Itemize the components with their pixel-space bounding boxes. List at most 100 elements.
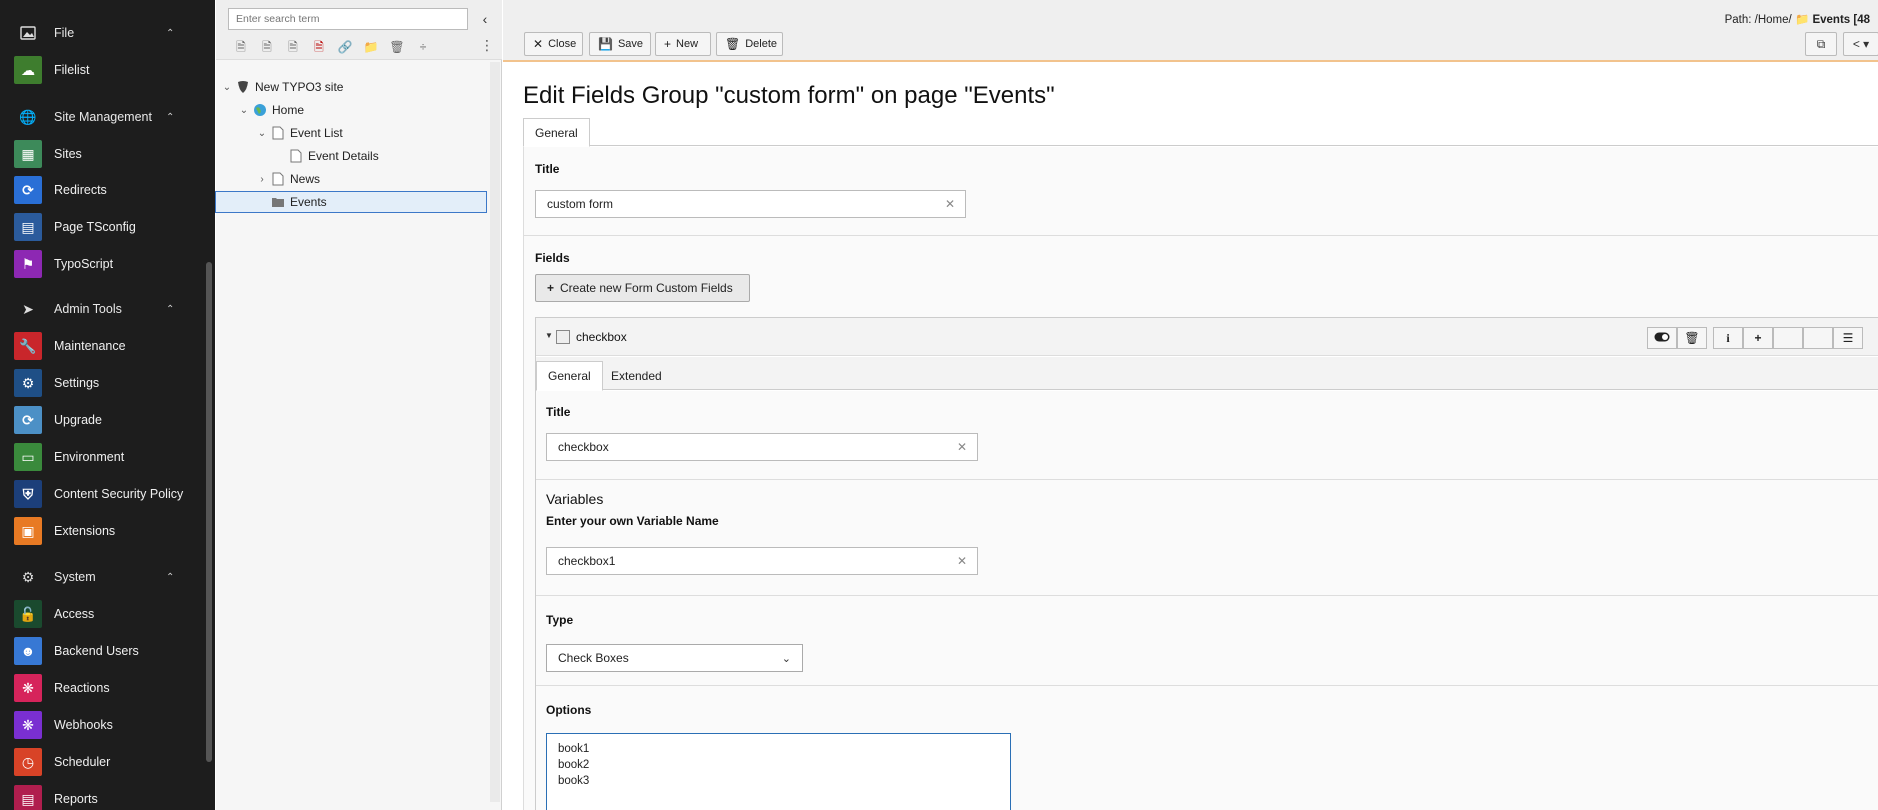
collapse-tree-icon[interactable]: ‹ (474, 8, 496, 30)
monitor-icon: ▭ (14, 443, 42, 471)
separator-icon[interactable]: ÷ (410, 38, 436, 56)
delete-button[interactable]: 🗑 Delete (716, 32, 783, 56)
caret-down-icon[interactable]: ▼ (545, 331, 553, 340)
options-textarea[interactable]: book1 book2 book3 (546, 733, 1011, 810)
inline-record: ▼ checkbox 🗑 i + ☰ General Extended Titl… (535, 317, 1878, 810)
move-up-button[interactable] (1773, 327, 1803, 349)
module-maintenance[interactable]: 🔧 Maintenance (0, 330, 200, 362)
page-icon (288, 148, 304, 164)
new-subpage-icon[interactable]: 🗎 (280, 38, 306, 56)
new-page-icon[interactable]: 🗎 (228, 38, 254, 56)
module-webhooks[interactable]: ❋ Webhooks (0, 709, 200, 741)
module-redirects[interactable]: ⟳ Redirects (0, 174, 200, 206)
move-down-button[interactable] (1803, 327, 1833, 349)
cloud-folder-icon: ☁ (14, 56, 42, 84)
tab-record-extended[interactable]: Extended (600, 361, 673, 391)
gear-icon: ⚙ (21, 568, 35, 585)
module-label: Access (54, 607, 95, 621)
close-button[interactable]: ✕ Close (524, 32, 583, 56)
variable-name-input[interactable]: checkbox1 ✕ (546, 547, 978, 575)
create-form-custom-fields-button[interactable]: + Create new Form Custom Fields (535, 274, 750, 302)
more-options-icon[interactable]: ⋮ (480, 37, 494, 54)
open-new-window-button[interactable]: ⧉ (1805, 32, 1837, 56)
info-icon: i (1726, 330, 1730, 345)
module-sites[interactable]: ▦ Sites (0, 138, 200, 170)
tree-node-home[interactable]: ⌄ Home (238, 100, 304, 120)
tree-search-input[interactable] (228, 8, 468, 30)
module-group-label: Admin Tools (54, 302, 122, 316)
link-icon[interactable]: 🔗 (332, 38, 358, 56)
tree-node-label: News (290, 172, 321, 186)
module-menu-scrollbar[interactable] (206, 262, 212, 762)
module-content-security-policy[interactable]: ⛨ Content Security Policy (0, 478, 200, 510)
new-backend-page-icon[interactable]: 🗎 (254, 38, 280, 56)
lock-icon: 🔓 (14, 600, 42, 628)
module-settings[interactable]: ⚙ Settings (0, 367, 200, 399)
record-title-input[interactable]: checkbox ✕ (546, 433, 978, 461)
module-typoscript[interactable]: ⚑ TypoScript (0, 248, 200, 280)
clear-icon[interactable]: ✕ (957, 554, 967, 568)
new-button[interactable]: + New (655, 32, 711, 56)
toggle-visibility-button[interactable] (1647, 327, 1677, 349)
folder-icon[interactable]: 📁 (358, 38, 384, 56)
module-backend-users[interactable]: ☻ Backend Users (0, 635, 200, 667)
tree-node-event-list[interactable]: ⌄ Event List (256, 123, 343, 143)
chevron-right-icon[interactable]: › (256, 174, 268, 185)
info-button[interactable]: i (1713, 327, 1743, 349)
module-label: Scheduler (54, 755, 111, 769)
module-page-tsconfig[interactable]: ▤ Page TSconfig (0, 211, 200, 243)
tree-node-root[interactable]: ⌄ New TYPO3 site (221, 77, 344, 97)
module-group-label: System (54, 570, 96, 584)
content-area: Path: /Home/ 📁 Events [48 ✕ Close 💾 Save… (503, 0, 1878, 810)
title-input-value: custom form (547, 197, 614, 211)
file-image-icon (18, 23, 38, 43)
module-scheduler[interactable]: ◷ Scheduler (0, 746, 200, 778)
chevron-up-icon: ⌃ (166, 303, 175, 315)
module-upgrade[interactable]: ⟳ Upgrade (0, 404, 200, 436)
main-tabs: General (523, 118, 1878, 147)
module-environment[interactable]: ▭ Environment (0, 441, 200, 473)
typo3-site-icon (235, 79, 251, 95)
tree-scrollbar[interactable] (490, 62, 500, 802)
chevron-down-icon[interactable]: ⌄ (238, 105, 250, 116)
clear-icon[interactable]: ✕ (945, 197, 955, 211)
module-filelist[interactable]: ☁ Filelist (0, 54, 200, 86)
tree-node-event-details[interactable]: Event Details (274, 146, 379, 166)
module-label: Environment (54, 450, 125, 464)
form-panel: Title custom form ✕ Fields + Create new … (523, 147, 1878, 810)
tree-toolbar: ‹ 🗎 🗎 🗎 🗎 🔗 📁 🗑 ÷ ⋮ (216, 0, 502, 60)
tab-record-general[interactable]: General (536, 361, 603, 391)
save-button[interactable]: 💾 Save (589, 32, 651, 56)
tree-doktype-toolbar: 🗎 🗎 🗎 🗎 🔗 📁 🗑 ÷ (228, 38, 436, 56)
module-reactions[interactable]: ❋ Reactions (0, 672, 200, 704)
module-extensions[interactable]: ▣ Extensions (0, 515, 200, 547)
recycler-icon[interactable]: 🗑 (384, 38, 410, 56)
module-group-system[interactable]: ⚙ System ⌃ (0, 563, 200, 591)
reactions-icon: ❋ (14, 674, 42, 702)
add-record-button[interactable]: + (1743, 327, 1773, 349)
module-group-admin-tools[interactable]: ➤ Admin Tools ⌃ (0, 295, 200, 323)
clear-icon[interactable]: ✕ (957, 440, 967, 454)
chevron-down-icon[interactable]: ⌄ (256, 128, 268, 139)
new-restricted-page-icon[interactable]: 🗎 (306, 38, 332, 56)
title-input[interactable]: custom form ✕ (535, 190, 966, 218)
module-access[interactable]: 🔓 Access (0, 598, 200, 630)
type-select[interactable]: Check Boxes ⌄ (546, 644, 803, 672)
tree-node-label: New TYPO3 site (255, 80, 344, 94)
save-icon: 💾 (598, 37, 613, 51)
delete-record-button[interactable]: 🗑 (1677, 327, 1707, 349)
inline-record-header[interactable]: ▼ checkbox 🗑 i + ☰ (536, 318, 1878, 356)
module-reports[interactable]: ▤ Reports (0, 783, 200, 810)
tree-node-events[interactable]: Events (215, 191, 487, 213)
path-current: Events [48 (1812, 14, 1870, 26)
tab-general[interactable]: General (523, 118, 590, 147)
module-group-file[interactable]: File ⌃ (0, 19, 200, 47)
page-tree-panel: ‹ 🗎 🗎 🗎 🗎 🔗 📁 🗑 ÷ ⋮ ⌄ New TYPO3 site ⌄ H… (215, 0, 502, 810)
share-button[interactable]: < ▾ (1843, 32, 1878, 56)
tree-node-news[interactable]: › News (256, 169, 320, 189)
module-group-site-management[interactable]: 🌐 Site Management ⌃ (0, 103, 200, 131)
clock-icon: ◷ (14, 748, 42, 776)
drag-handle-button[interactable]: ☰ (1833, 327, 1863, 349)
record-title-label: Title (546, 405, 571, 419)
chevron-down-icon[interactable]: ⌄ (221, 82, 233, 93)
